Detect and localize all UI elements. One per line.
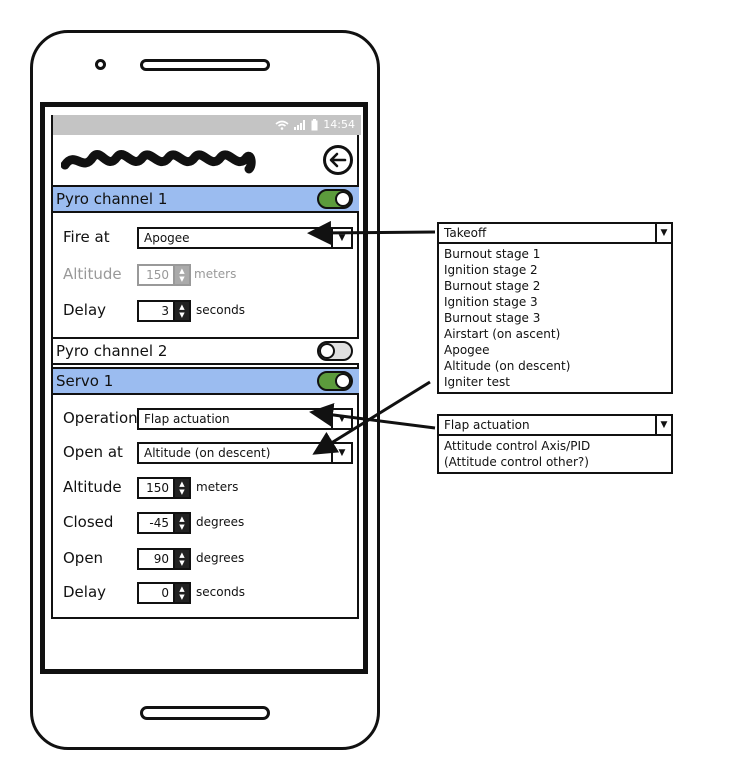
annotation-arrows bbox=[307, 220, 436, 455]
arrow-event-to-fire-at bbox=[307, 220, 436, 245]
